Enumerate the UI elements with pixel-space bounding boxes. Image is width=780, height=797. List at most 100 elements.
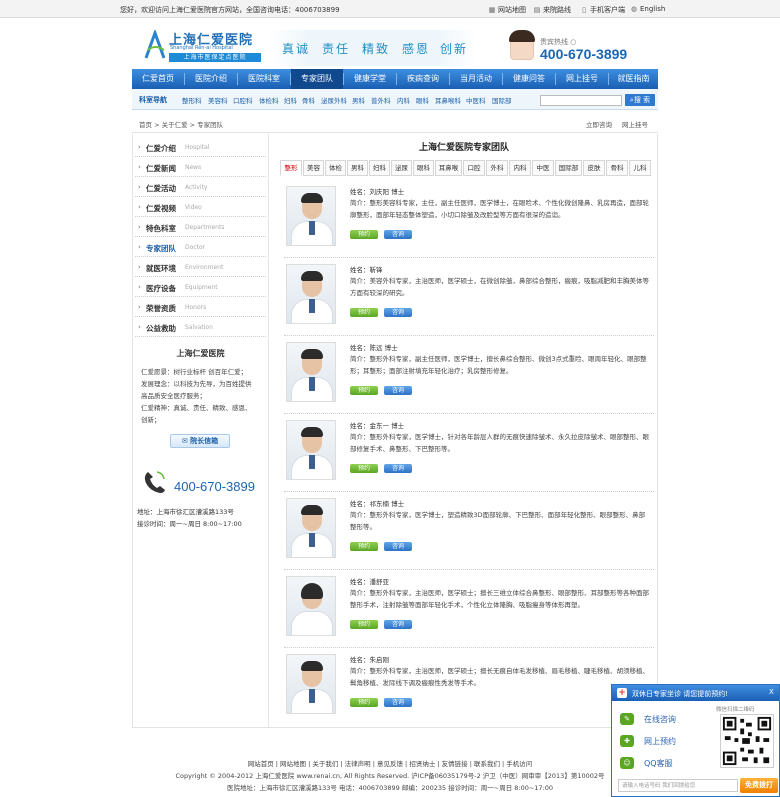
- doctor-name[interactable]: 姓名：陈远 博士: [350, 342, 398, 352]
- close-icon[interactable]: X: [769, 688, 774, 696]
- tab-orthopedics[interactable]: 骨科: [606, 160, 628, 176]
- tab-pediatrics[interactable]: 儿科: [629, 160, 651, 176]
- sidebar-item-salvation[interactable]: ›公益救助Salvation: [135, 317, 266, 337]
- dept-link[interactable]: 耳鼻喉科: [435, 95, 461, 105]
- doctor-name[interactable]: 姓名：靳锋: [350, 264, 383, 274]
- consult-button[interactable]: 咨询: [384, 386, 412, 395]
- search-input[interactable]: [540, 95, 622, 106]
- doctor-photo[interactable]: [286, 342, 336, 402]
- doctor-name[interactable]: 姓名：金东一 博士: [350, 420, 404, 430]
- topbar-link-sitemap[interactable]: ▦网站地图: [488, 5, 526, 15]
- doctor-name[interactable]: 姓名：潘舒亚: [350, 576, 389, 586]
- tab-dermatology[interactable]: 皮肤: [583, 160, 605, 176]
- float-online-consult[interactable]: ✎ 在线咨询: [620, 710, 712, 728]
- tab-checkup[interactable]: 体检: [325, 160, 346, 176]
- consult-now-link[interactable]: 立即咨询: [586, 119, 612, 129]
- sidebar-item-equipment[interactable]: ›医疗设备Equipment: [135, 277, 266, 297]
- sidebar-item-doctor[interactable]: ›专家团队Doctor: [135, 237, 266, 257]
- tab-ophthalmology[interactable]: 眼科: [413, 160, 434, 176]
- doctor-card: 姓名：刘庆阳 博士 简介：整形美容科专家，主任，副主任医师，医学博士，在眼睑术、…: [284, 182, 654, 258]
- tab-tcm[interactable]: 中医: [532, 160, 554, 176]
- nav-item-home[interactable]: 仁爱首页: [132, 69, 184, 89]
- nav-item-disease[interactable]: 疾病查询: [397, 69, 449, 89]
- sidebar-item-honors[interactable]: ›荣誉资质Honors: [135, 297, 266, 317]
- nav-item-experts[interactable]: 专家团队: [291, 69, 343, 89]
- doctor-photo[interactable]: [286, 654, 336, 714]
- dept-link[interactable]: 眼科: [416, 95, 429, 105]
- reserve-button[interactable]: 预约: [350, 230, 378, 239]
- tab-gynecology[interactable]: 妇科: [369, 160, 390, 176]
- department-tabs: 整形 美容 体检 男科 妇科 泌尿 眼科 耳鼻喉 口腔 外科 内科 中医 国际部…: [280, 160, 652, 176]
- dept-link[interactable]: 内科: [397, 95, 410, 105]
- hospital-logo[interactable]: 上海仁爱医院 Shanghai Ren-ai Hospital 上海市医保定点医…: [142, 26, 262, 66]
- tab-international[interactable]: 国际部: [555, 160, 582, 176]
- sidebar-item-activity[interactable]: ›仁爱活动Activity: [135, 177, 266, 197]
- tab-internal[interactable]: 内科: [509, 160, 531, 176]
- dept-link[interactable]: 妇科: [284, 95, 297, 105]
- tab-ent[interactable]: 耳鼻喉: [435, 160, 462, 176]
- nav-item-register[interactable]: 网上挂号: [556, 69, 608, 89]
- doctor-name[interactable]: 姓名：祁东楠 博士: [350, 498, 404, 508]
- sidebar-item-hospital[interactable]: ›仁爱介绍Hospital: [135, 137, 266, 157]
- reserve-button[interactable]: 预约: [350, 464, 378, 473]
- slogan-word: 创新: [440, 40, 468, 57]
- topbar-link-mobile[interactable]: ▯手机客户端: [580, 5, 625, 15]
- sidebar-item-departments[interactable]: ›特色科室Departments: [135, 217, 266, 237]
- search-button[interactable]: ⌕搜 索: [625, 94, 655, 106]
- dept-link[interactable]: 美容科: [208, 95, 228, 105]
- tab-urology[interactable]: 泌尿: [391, 160, 412, 176]
- sidebar-item-news[interactable]: ›仁爱新闻News: [135, 157, 266, 177]
- sidebar-item-video[interactable]: ›仁爱视频Video: [135, 197, 266, 217]
- logo-mark-icon: [142, 30, 168, 60]
- dept-link[interactable]: 口腔科: [233, 95, 253, 105]
- consult-button[interactable]: 咨询: [384, 464, 412, 473]
- doctor-name[interactable]: 姓名：朱启刚: [350, 654, 389, 664]
- nav-item-guide[interactable]: 就医指南: [609, 69, 658, 89]
- nav-item-departments[interactable]: 医院科室: [238, 69, 290, 89]
- free-call-button[interactable]: 免费拨打: [740, 778, 778, 793]
- dept-link[interactable]: 泌尿外科: [321, 95, 347, 105]
- reserve-button[interactable]: 预约: [350, 386, 378, 395]
- president-mailbox-button[interactable]: ✉ 院长信箱: [170, 434, 230, 448]
- dept-link[interactable]: 男科: [352, 95, 365, 105]
- consult-button[interactable]: 咨询: [384, 308, 412, 317]
- nav-item-activities[interactable]: 当月活动: [450, 69, 502, 89]
- tab-dental[interactable]: 口腔: [463, 160, 485, 176]
- doctor-photo[interactable]: [286, 498, 336, 558]
- dept-link[interactable]: 骨科: [302, 95, 315, 105]
- consult-button[interactable]: 咨询: [384, 698, 412, 707]
- tab-surgery[interactable]: 外科: [486, 160, 508, 176]
- float-qq-service[interactable]: ☺ QQ客服: [620, 754, 712, 772]
- breadcrumb: 首页 > 关于仁爱 > 专家团队: [139, 119, 223, 129]
- dept-link[interactable]: 中医科: [466, 95, 486, 105]
- consult-button[interactable]: 咨询: [384, 542, 412, 551]
- doctor-photo[interactable]: [286, 186, 336, 246]
- dept-link[interactable]: 体检科: [259, 95, 279, 105]
- sidebar-item-environment[interactable]: ›就医环境Environment: [135, 257, 266, 277]
- qr-label: 微信扫描二维码: [716, 705, 755, 713]
- nav-item-health-school[interactable]: 健康学堂: [344, 69, 396, 89]
- topbar-link-english[interactable]: ◍English: [630, 5, 665, 13]
- consult-button[interactable]: 咨询: [384, 230, 412, 239]
- dept-link[interactable]: 普外科: [371, 95, 391, 105]
- topbar-link-route[interactable]: ▤来院路线: [533, 5, 571, 15]
- doctor-photo[interactable]: [286, 576, 336, 636]
- consult-button[interactable]: 咨询: [384, 620, 412, 629]
- doctor-photo[interactable]: [286, 264, 336, 324]
- dept-link[interactable]: 国际部: [492, 95, 512, 105]
- nav-item-qa[interactable]: 健康问答: [503, 69, 555, 89]
- register-link[interactable]: 网上挂号: [622, 119, 648, 129]
- float-online-booking[interactable]: ✚ 网上预约: [620, 732, 712, 750]
- doctor-name[interactable]: 姓名：刘庆阳 博士: [350, 186, 404, 196]
- callback-phone-input[interactable]: 请输入电话号码 我们回拨给您: [618, 779, 738, 792]
- dept-link[interactable]: 整形科: [182, 95, 202, 105]
- reserve-button[interactable]: 预约: [350, 698, 378, 707]
- tab-andrology[interactable]: 男科: [347, 160, 368, 176]
- reserve-button[interactable]: 预约: [350, 620, 378, 629]
- tab-plastic[interactable]: 整形: [280, 160, 302, 176]
- nav-item-about[interactable]: 医院介绍: [185, 69, 237, 89]
- reserve-button[interactable]: 预约: [350, 308, 378, 317]
- doctor-photo[interactable]: [286, 420, 336, 480]
- tab-cosmetic[interactable]: 美容: [303, 160, 324, 176]
- reserve-button[interactable]: 预约: [350, 542, 378, 551]
